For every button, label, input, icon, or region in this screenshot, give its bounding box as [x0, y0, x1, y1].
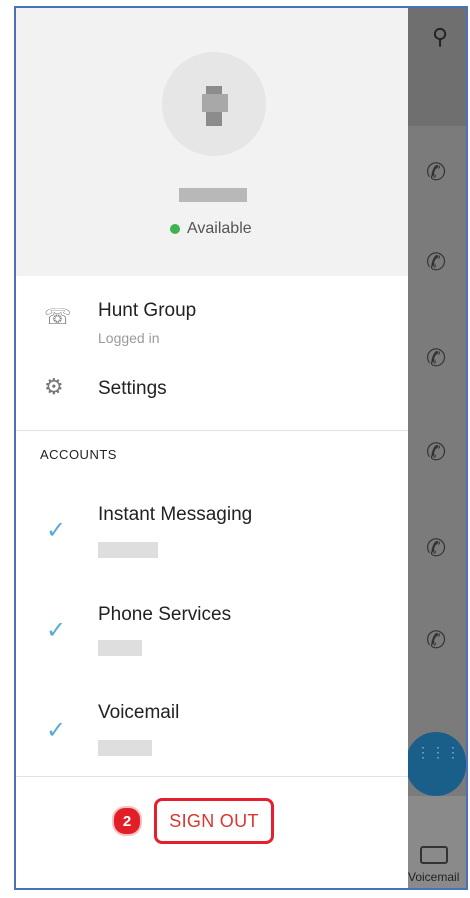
account-detail-redacted: [98, 740, 152, 756]
checkmark-icon: ✓: [46, 617, 67, 644]
account-label: Voicemail: [98, 702, 180, 723]
menu-item-label: Settings: [98, 378, 167, 399]
call-icon[interactable]: ✆: [426, 438, 446, 467]
account-detail-redacted: [98, 640, 142, 656]
account-item-instant-messaging[interactable]: ✓ Instant Messaging: [16, 486, 408, 584]
voicemail-icon[interactable]: [420, 846, 448, 864]
hunt-group-phone-icon: ☏: [44, 304, 72, 329]
divider: [16, 776, 408, 777]
divider: [16, 430, 408, 431]
screen-frame: ⚲ ✆ ✆ ✆ ✆ ✆ ✆ ⋮⋮⋮ Voicemail Available ☏ …: [14, 6, 468, 890]
presence-dot-icon: [170, 224, 180, 234]
account-item-phone-services[interactable]: ✓ Phone Services: [16, 586, 408, 684]
gear-icon: ⚙: [44, 374, 64, 399]
checkmark-icon: ✓: [46, 517, 67, 544]
background-topbar: ⚲: [408, 8, 466, 126]
call-icon[interactable]: ✆: [426, 158, 446, 187]
menu-item-label: Hunt Group: [98, 300, 197, 321]
user-name-redacted: [179, 188, 247, 202]
search-icon[interactable]: ⚲: [432, 24, 448, 50]
profile-header: Available: [16, 8, 408, 276]
call-icon[interactable]: ✆: [426, 248, 446, 277]
call-icon[interactable]: ✆: [426, 626, 446, 655]
sign-out-button[interactable]: SIGN OUT: [163, 810, 264, 833]
checkmark-icon: ✓: [46, 717, 67, 744]
menu-item-hunt-group[interactable]: ☏ Hunt Group Logged in: [16, 276, 408, 360]
account-item-voicemail[interactable]: ✓ Voicemail: [16, 686, 408, 778]
accounts-section-header: ACCOUNTS: [40, 447, 117, 462]
signout-highlight: SIGN OUT: [154, 798, 274, 844]
call-icon[interactable]: ✆: [426, 344, 446, 373]
call-icon[interactable]: ✆: [426, 534, 446, 563]
account-label: Phone Services: [98, 604, 232, 625]
bottom-nav-voicemail-label: Voicemail: [408, 870, 460, 884]
dialpad-button[interactable]: ⋮⋮⋮: [406, 732, 466, 796]
account-label: Instant Messaging: [98, 504, 253, 525]
menu-item-settings[interactable]: ⚙ Settings: [16, 360, 408, 426]
navigation-drawer: Available ☏ Hunt Group Logged in ⚙ Setti…: [16, 8, 408, 888]
menu-item-sublabel: Logged in: [98, 330, 160, 346]
account-detail-redacted: [98, 542, 158, 558]
step-number-badge: 2: [112, 806, 142, 836]
background-app: ⚲ ✆ ✆ ✆ ✆ ✆ ✆ ⋮⋮⋮ Voicemail: [406, 8, 466, 888]
presence-status-label: Available: [187, 220, 252, 237]
avatar-image: [202, 94, 228, 112]
dialpad-icon: ⋮⋮⋮: [416, 744, 461, 760]
avatar[interactable]: [162, 52, 266, 156]
presence-status[interactable]: Available: [170, 220, 252, 238]
